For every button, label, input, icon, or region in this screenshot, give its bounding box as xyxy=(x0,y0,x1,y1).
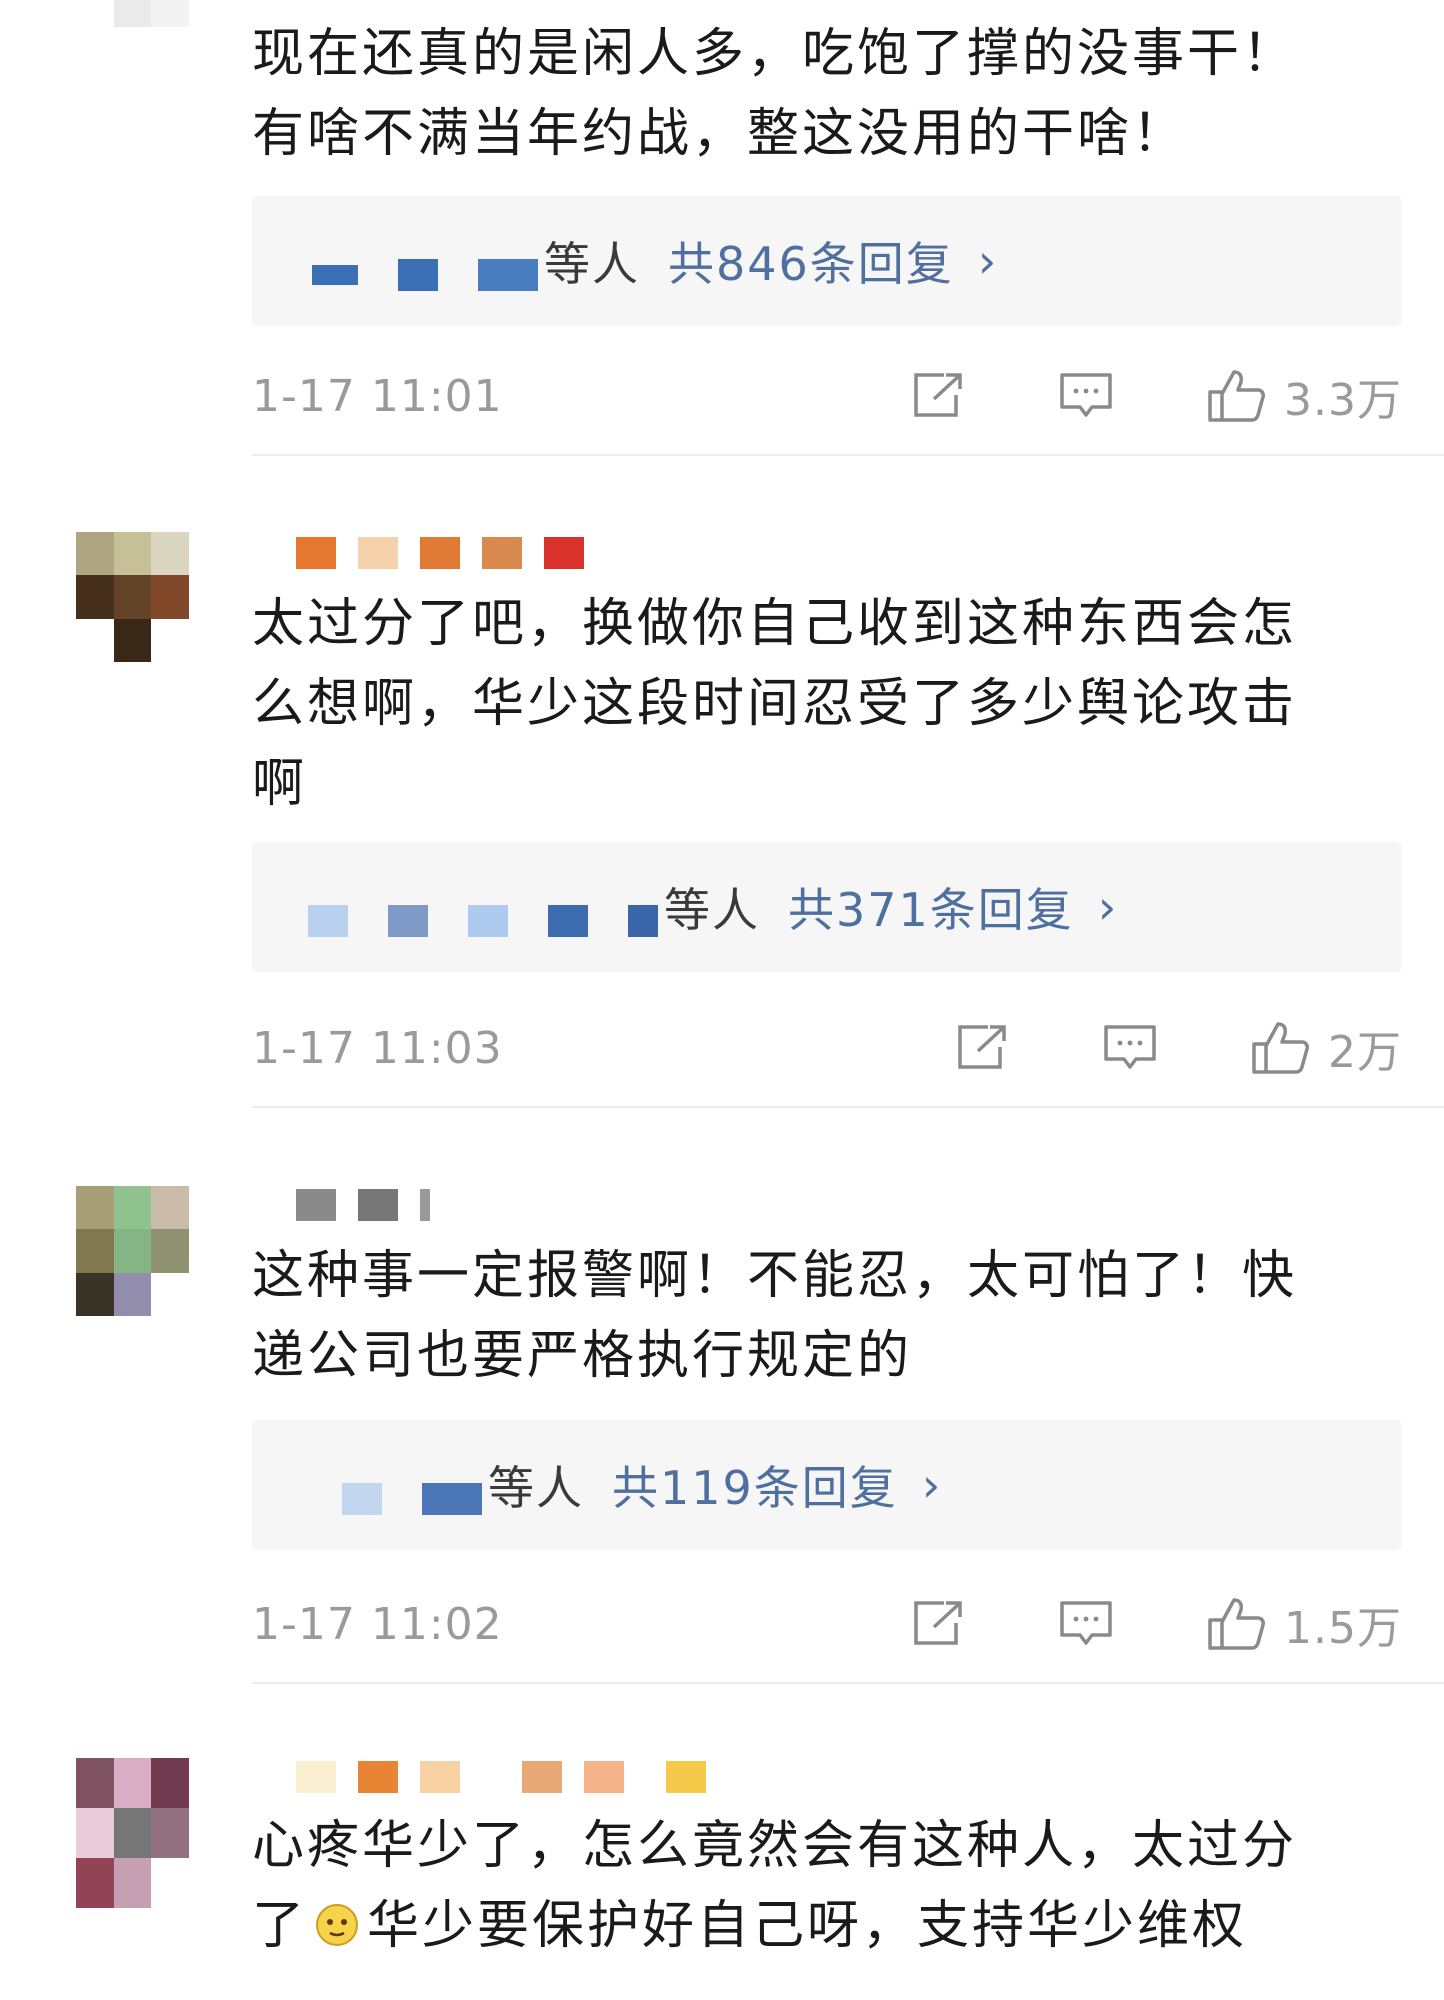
comment-line: 啊 xyxy=(252,754,308,814)
comment-button[interactable] xyxy=(1058,371,1114,421)
comment-icon xyxy=(1104,1025,1156,1069)
comment-meta: 1-17 11:03 2万 xyxy=(252,1018,1402,1078)
thumbs-up-icon xyxy=(1252,1022,1309,1074)
share-icon xyxy=(958,1025,1006,1069)
comment-meta: 1-17 11:02 1.5万 xyxy=(252,1594,1402,1654)
comment-icon xyxy=(1060,1601,1112,1645)
divider xyxy=(252,1106,1444,1108)
avatar[interactable] xyxy=(76,1758,226,1908)
reply-who: 等人 xyxy=(488,1461,584,1515)
comment-line: 这种事一定报警啊！不能忍，太可怕了！快 xyxy=(252,1246,1298,1306)
timestamp: 1-17 11:01 xyxy=(252,370,503,422)
comment-text: 现在还真的是闲人多，吃饱了撑的没事干！ 有啥不满当年约战，整这没用的干啥！ xyxy=(252,14,1402,174)
comment-text: 这种事一定报警啊！不能忍，太可怕了！快 递公司也要严格执行规定的 xyxy=(252,1236,1402,1396)
comment-button[interactable] xyxy=(1102,1023,1158,1073)
chevron-right-icon: › xyxy=(977,234,997,288)
comment-icon xyxy=(1060,373,1112,417)
share-button[interactable] xyxy=(910,1599,966,1649)
timestamp: 1-17 11:03 xyxy=(252,1022,503,1074)
like-count: 2万 xyxy=(1328,1027,1402,1078)
comment-line: 有啥不满当年约战，整这没用的干啥！ xyxy=(252,104,1188,164)
reply-count-link[interactable]: 共119条回复 xyxy=(612,1452,898,1518)
like-button[interactable]: 2万 xyxy=(1250,1016,1402,1080)
reply-summary[interactable]: 等人 共371条回复 › xyxy=(252,842,1402,972)
comment-line: 华少要保护好自己呀，支持华少维权 xyxy=(367,1896,1248,1956)
comment-actions: 2万 xyxy=(954,1016,1402,1080)
comment-line: 了 xyxy=(252,1896,308,1956)
reply-who: 等人 xyxy=(664,883,760,937)
reply-summary[interactable]: 等人 共119条回复 › xyxy=(252,1420,1402,1550)
comment-line: 心疼华少了，怎么竟然会有这种人，太过分 xyxy=(252,1816,1298,1876)
comment-button[interactable] xyxy=(1058,1599,1114,1649)
thumbs-up-icon xyxy=(1208,1598,1266,1650)
reply-summary[interactable]: 等人 共846条回复 › xyxy=(252,196,1402,326)
avatar[interactable] xyxy=(76,532,226,662)
username[interactable] xyxy=(296,1188,430,1222)
reply-count-link[interactable]: 共371条回复 xyxy=(788,874,1074,940)
share-button[interactable] xyxy=(954,1023,1010,1073)
timestamp: 1-17 11:02 xyxy=(252,1598,503,1650)
like-count: 1.5万 xyxy=(1284,1603,1402,1654)
comment-line: 么想啊，华少这段时间忍受了多少舆论攻击 xyxy=(252,674,1298,734)
emoji-face-icon xyxy=(316,1904,359,1946)
comment-actions: 3.3万 xyxy=(910,364,1402,428)
username[interactable] xyxy=(296,536,584,570)
avatar[interactable] xyxy=(76,0,226,70)
reply-usernames xyxy=(312,259,538,291)
comment-meta: 1-17 11:01 3.3万 xyxy=(252,366,1402,426)
thumbs-up-icon xyxy=(1208,370,1266,422)
chevron-right-icon: › xyxy=(921,1458,941,1512)
comment-actions: 1.5万 xyxy=(910,1592,1402,1656)
reply-usernames xyxy=(342,1483,482,1515)
divider xyxy=(252,1682,1444,1684)
share-icon xyxy=(914,1601,962,1645)
share-button[interactable] xyxy=(910,371,966,421)
chevron-right-icon: › xyxy=(1097,880,1117,934)
comment-text: 太过分了吧，换做你自己收到这种东西会怎 么想啊，华少这段时间忍受了多少舆论攻击 … xyxy=(252,584,1402,824)
reply-who: 等人 xyxy=(544,237,640,291)
comment-line: 现在还真的是闲人多，吃饱了撑的没事干！ xyxy=(252,24,1298,84)
like-button[interactable]: 3.3万 xyxy=(1206,364,1402,428)
comment-text: 心疼华少了，怎么竟然会有这种人，太过分 了华少要保护好自己呀，支持华少维权 xyxy=(252,1806,1402,1966)
like-count: 3.3万 xyxy=(1284,375,1402,426)
comment-line: 递公司也要严格执行规定的 xyxy=(252,1326,913,1386)
like-button[interactable]: 1.5万 xyxy=(1206,1592,1402,1656)
share-icon xyxy=(914,373,962,417)
divider xyxy=(252,454,1444,456)
reply-count-link[interactable]: 共846条回复 xyxy=(668,228,954,294)
comment-line: 太过分了吧，换做你自己收到这种东西会怎 xyxy=(252,594,1298,654)
username[interactable] xyxy=(296,1760,706,1794)
avatar[interactable] xyxy=(76,1186,226,1316)
reply-usernames xyxy=(308,905,658,937)
